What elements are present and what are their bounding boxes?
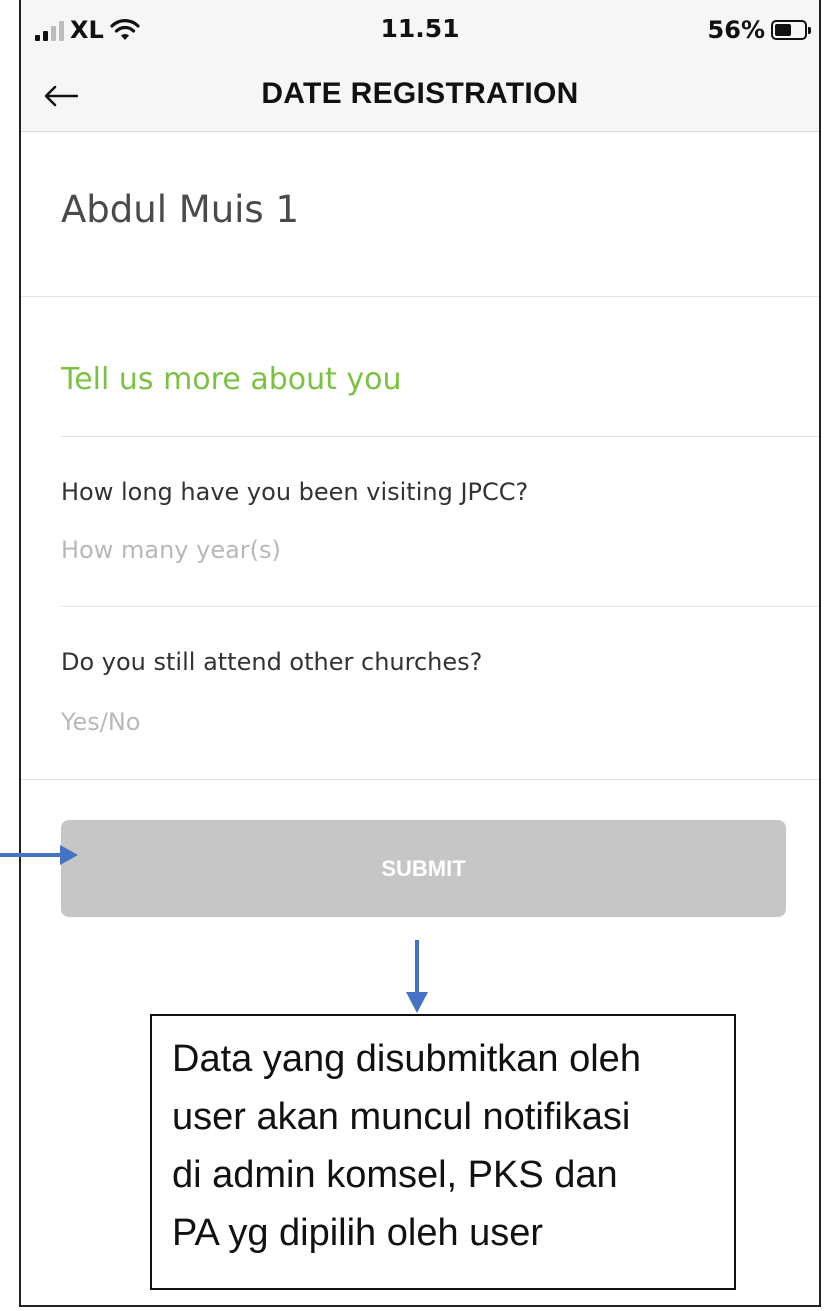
annotation-note: Data yang disubmitkan oleh user akan mun…	[150, 1014, 736, 1290]
visit-duration-input[interactable]	[61, 528, 761, 572]
divider	[61, 436, 819, 437]
battery-percent: 56%	[707, 16, 765, 44]
divider	[21, 779, 819, 780]
page-title: DATE REGISTRATION	[261, 77, 579, 110]
annotation-line: Data yang disubmitkan oleh	[172, 1038, 641, 1080]
other-churches-input[interactable]	[61, 700, 761, 744]
section-title: Tell us more about you	[61, 362, 402, 397]
annotation-line: di admin komsel, PKS dan	[172, 1154, 618, 1196]
submit-button[interactable]: SUBMIT	[61, 820, 786, 917]
question-other-churches: Do you still attend other churches?	[61, 648, 483, 676]
status-bar: XL 11.51 56%	[21, 0, 819, 60]
app-header: DATE REGISTRATION	[21, 60, 819, 132]
annotation-line: user akan muncul notifikasi	[172, 1096, 631, 1138]
annotation-arrow-right-icon	[0, 845, 78, 865]
profile-name: Abdul Muis 1	[61, 188, 300, 231]
annotation-line: PA yg dipilih oleh user	[172, 1212, 544, 1254]
annotation-arrow-down-icon	[406, 940, 428, 1013]
question-visit-duration: How long have you been visiting JPCC?	[61, 478, 529, 506]
status-time: 11.51	[380, 14, 460, 43]
battery-icon	[771, 20, 811, 40]
divider	[61, 606, 819, 607]
divider	[21, 296, 819, 297]
status-right: 56%	[707, 16, 811, 44]
battery-fill	[775, 24, 791, 36]
